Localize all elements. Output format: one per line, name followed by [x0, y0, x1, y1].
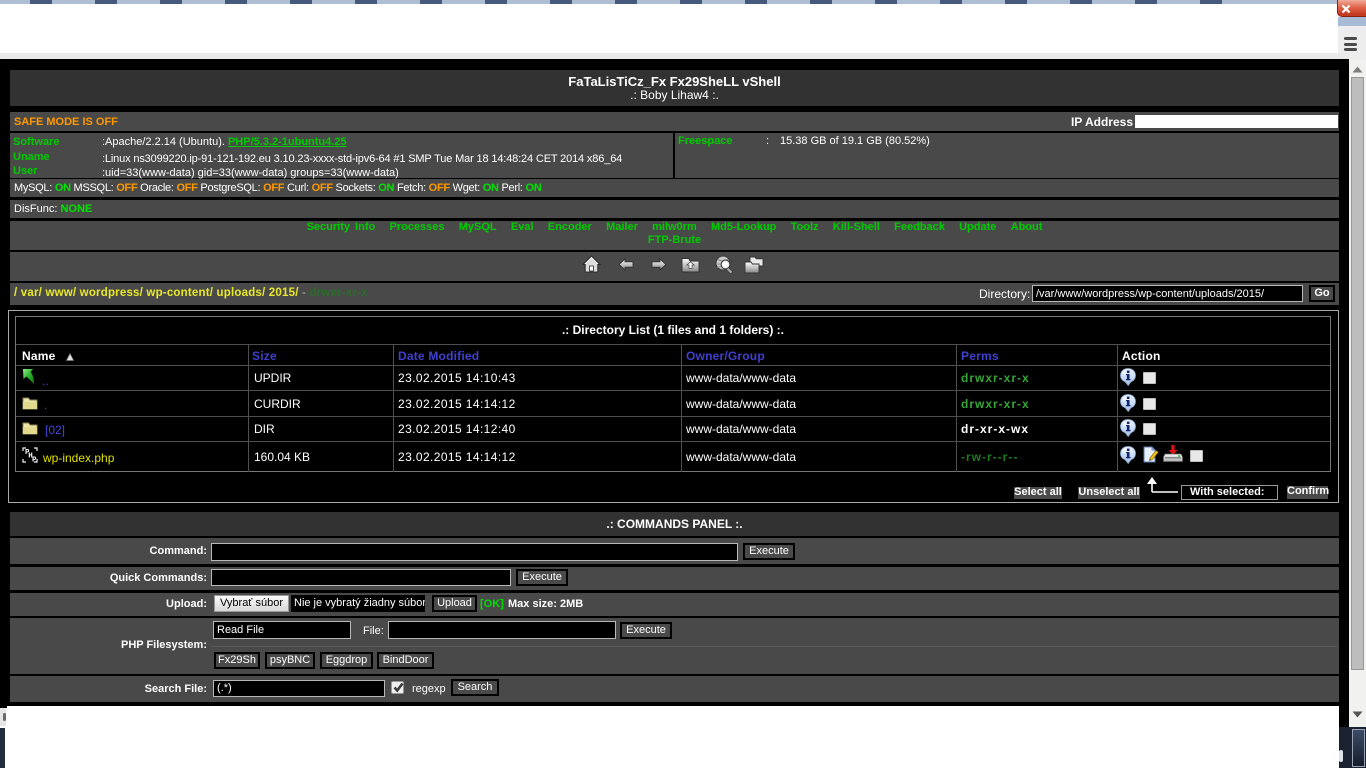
svg-text:P: P	[32, 457, 37, 464]
